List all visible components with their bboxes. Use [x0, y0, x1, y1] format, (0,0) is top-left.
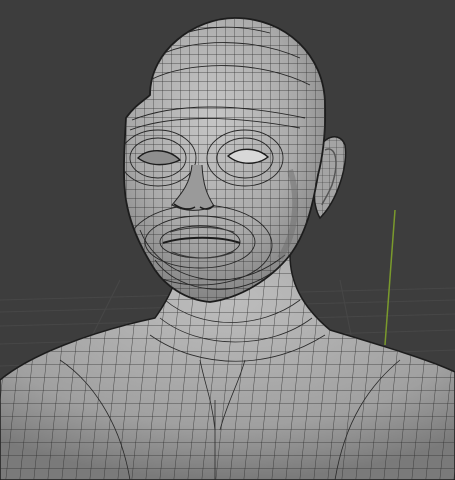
y-axis-line [384, 209, 396, 346]
3d-viewport[interactable] [0, 0, 455, 480]
mesh-head[interactable] [120, 15, 330, 305]
viewport-canvas[interactable] [0, 0, 455, 480]
